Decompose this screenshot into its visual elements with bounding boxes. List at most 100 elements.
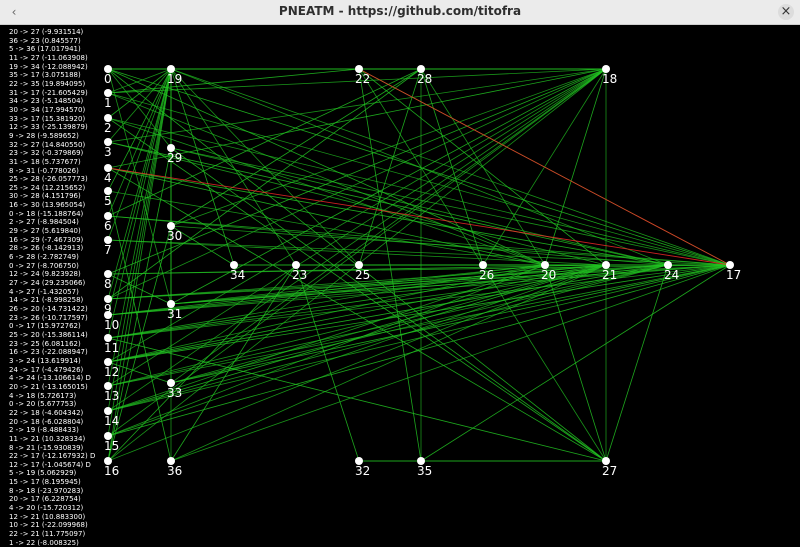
connection-list: 20 -> 27 (-9.931514) 36 -> 23 (0.845577) 5… bbox=[9, 28, 95, 547]
connection-entry: 8 -> 18 (-23.970283) bbox=[9, 486, 84, 495]
window-titlebar: ‹ PNEATM - https://github.com/titofra × bbox=[0, 0, 800, 25]
edge-15-18 bbox=[107, 68, 607, 437]
connection-entry: 16 -> 23 (-22.088947) bbox=[9, 348, 88, 357]
connection-entry: 10 -> 21 (-22.099968) bbox=[9, 521, 88, 530]
edge-14-18 bbox=[107, 68, 607, 412]
node-label-3: 3 bbox=[104, 145, 112, 159]
node-label-36: 36 bbox=[167, 464, 182, 478]
connection-entry: 8 -> 21 (-15.930839) bbox=[9, 443, 84, 452]
node-label-31: 31 bbox=[167, 307, 182, 321]
edge-20-18 bbox=[544, 68, 607, 266]
edge-35-17 bbox=[420, 264, 731, 462]
connection-entry: 0 -> 27 (-8.706750) bbox=[9, 261, 79, 270]
connection-entry: 6 -> 28 (-2.782749) bbox=[9, 253, 79, 262]
edge-19-23 bbox=[170, 68, 297, 266]
network-canvas: 0 1 2 3 4 5 6 7 8 9 10 11 12 13 14 15 16 19 29 30 31 33 36 22 28… bbox=[0, 25, 800, 547]
connection-entry: 28 -> 26 (-8.142913) bbox=[9, 244, 84, 253]
connection-entry: 14 -> 21 (-8.998258) bbox=[9, 296, 84, 305]
node-label-33: 33 bbox=[167, 386, 182, 400]
node-label-35: 35 bbox=[417, 464, 432, 478]
connection-entry: 31 -> 18 (5.737677) bbox=[9, 157, 81, 166]
node-label-13: 13 bbox=[104, 389, 119, 403]
node-label-30: 30 bbox=[167, 229, 182, 243]
connection-entry: 1 -> 22 (-8.008325) bbox=[9, 538, 79, 547]
node-label-2: 2 bbox=[104, 121, 112, 135]
connection-entry: 24 -> 17 (-4.479426) bbox=[9, 365, 84, 374]
edge-33-24 bbox=[170, 264, 669, 384]
close-icon[interactable]: × bbox=[778, 4, 794, 20]
edge-12-18 bbox=[107, 68, 607, 363]
edge-13-19 bbox=[107, 68, 172, 387]
connection-entry: 11 -> 27 (-11.063908) bbox=[9, 53, 88, 62]
connection-entry: 4 -> 27 (-1.432057) bbox=[9, 287, 79, 296]
node-label-25: 25 bbox=[355, 268, 370, 282]
connection-entry: 15 -> 17 (8.195945) bbox=[9, 478, 81, 487]
node-label-5: 5 bbox=[104, 194, 112, 208]
connection-entry: 35 -> 17 (3.075188) bbox=[9, 71, 81, 80]
node-label-28: 28 bbox=[417, 72, 432, 86]
connection-entry: 20 -> 17 (6.228754) bbox=[9, 495, 81, 504]
node-label-1: 1 bbox=[104, 96, 112, 110]
connection-entry: 27 -> 24 (29.235066) bbox=[9, 279, 86, 288]
connection-entry: 29 -> 27 (5.619840) bbox=[9, 227, 81, 236]
node-label-18: 18 bbox=[602, 72, 617, 86]
connection-entry: 33 -> 17 (15.381920) bbox=[9, 114, 86, 123]
connection-entry: 34 -> 23 (-5.148504) bbox=[9, 97, 84, 106]
node-label-0: 0 bbox=[104, 72, 112, 86]
connection-entry: 23 -> 32 (-0.379869) bbox=[9, 149, 84, 158]
node-label-27: 27 bbox=[602, 464, 617, 478]
connection-entry: 2 -> 27 (-8.984504) bbox=[9, 218, 79, 227]
connection-entry: 2 -> 19 (-8.488433) bbox=[9, 426, 79, 435]
connection-entry: 12 -> 21 (10.883300) bbox=[9, 512, 86, 521]
connection-entry: 9 -> 28 (-9.589652) bbox=[9, 131, 79, 140]
connection-entry: 30 -> 34 (17.994570) bbox=[9, 105, 86, 114]
connection-entry: 31 -> 17 (-21.605429) bbox=[9, 88, 88, 97]
node-label-12: 12 bbox=[104, 365, 119, 379]
node-label-8: 8 bbox=[104, 277, 112, 291]
connection-entry: 22 -> 17 (-12.167932) D bbox=[9, 452, 96, 461]
connection-entry: 22 -> 18 (-4.604342) bbox=[9, 408, 84, 417]
edge-27-24 bbox=[605, 264, 669, 462]
edge-layer bbox=[107, 68, 731, 462]
connection-entry: 25 -> 20 (-15.386114) bbox=[9, 330, 88, 339]
connection-entry: 23 -> 26 (-10.717597) bbox=[9, 313, 88, 322]
node-label-29: 29 bbox=[167, 151, 182, 165]
node-label-17: 17 bbox=[726, 268, 741, 282]
edge-36-21 bbox=[170, 264, 607, 462]
network-graph: 01234567891011121314151619293031333622 28… bbox=[104, 65, 741, 478]
node-label-6: 6 bbox=[104, 219, 112, 233]
connection-entry: 36 -> 23 (0.845577) bbox=[9, 36, 81, 45]
node-label-21: 21 bbox=[602, 268, 617, 282]
connection-entry: 0 -> 17 (15.972762) bbox=[9, 322, 81, 331]
edge-9-28 bbox=[107, 68, 422, 300]
node-label-4: 4 bbox=[104, 171, 112, 185]
connection-entry: 8 -> 31 (-0.778026) bbox=[9, 166, 79, 175]
connection-entry: 30 -> 28 (4.151796) bbox=[9, 192, 81, 201]
connection-entry: 4 -> 20 (-15.720312) bbox=[9, 504, 84, 513]
connection-entry: 5 -> 36 (17.017941) bbox=[9, 45, 81, 54]
connection-entry: 4 -> 24 (-13.106614) D bbox=[9, 374, 91, 383]
connection-entry: 4 -> 18 (5.726173) bbox=[9, 391, 77, 400]
connection-entry: 0 -> 18 (-15.188764) bbox=[9, 209, 84, 218]
connection-entry: 32 -> 27 (14.840550) bbox=[9, 140, 86, 149]
connection-entry: 0 -> 20 (5.677753) bbox=[9, 400, 77, 409]
node-label-20: 20 bbox=[541, 268, 556, 282]
node-label-34: 34 bbox=[230, 268, 245, 282]
node-label-7: 7 bbox=[104, 243, 112, 257]
edge-15-17 bbox=[107, 264, 731, 437]
connection-entry: 3 -> 24 (13.619914) bbox=[9, 356, 81, 365]
connection-entry: 25 -> 28 (-26.057773) bbox=[9, 175, 88, 184]
connection-entry: 22 -> 21 (11.775097) bbox=[9, 530, 86, 539]
edge-33-17 bbox=[170, 264, 731, 384]
connection-entry: 23 -> 25 (6.081162) bbox=[9, 339, 81, 348]
edge-19-25 bbox=[170, 68, 360, 266]
edge-4-17 bbox=[107, 167, 731, 266]
node-label-16: 16 bbox=[104, 464, 119, 478]
connection-entry: 12 -> 17 (-1.045674) D bbox=[9, 460, 91, 469]
node-label-32: 32 bbox=[355, 464, 370, 478]
connection-entry: 12 -> 33 (-25.139879) bbox=[9, 123, 88, 132]
node-label-22: 22 bbox=[355, 72, 370, 86]
connection-entry: 22 -> 35 (19.894095) bbox=[9, 79, 86, 88]
node-label-26: 26 bbox=[479, 268, 494, 282]
edge-4-27 bbox=[107, 167, 607, 462]
